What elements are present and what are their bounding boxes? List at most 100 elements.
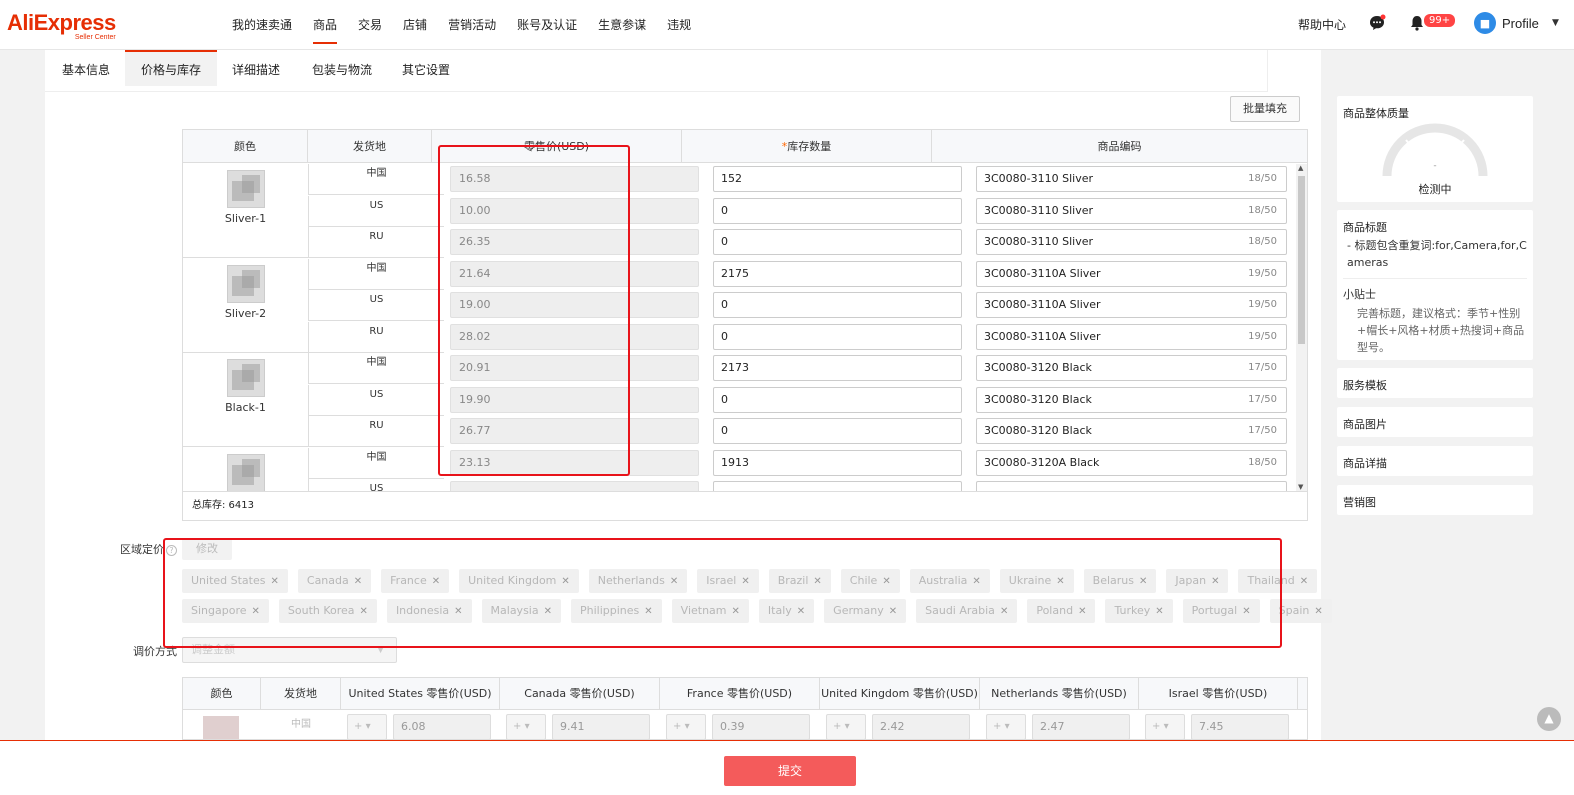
product-detail-item[interactable]: 商品详描 bbox=[1337, 446, 1533, 476]
product-images-item[interactable]: 商品图片 bbox=[1337, 407, 1533, 437]
country-tag[interactable]: Chile ✕ bbox=[840, 569, 900, 593]
country-tag[interactable]: Ukraine ✕ bbox=[999, 569, 1074, 593]
stock-quantity-input[interactable]: 0 bbox=[713, 323, 962, 350]
help-center-link[interactable]: 帮助中心 bbox=[1298, 16, 1346, 33]
chevron-down-icon[interactable]: ▼ bbox=[1552, 18, 1559, 28]
regional-price-input[interactable]: 6.08 bbox=[393, 714, 491, 739]
regional-price-input[interactable]: 2.47 bbox=[1032, 714, 1130, 739]
product-code-input[interactable]: 3C0080-3110A Sliver 19/50 bbox=[976, 292, 1287, 318]
retail-price-input[interactable]: 23.13 bbox=[450, 449, 699, 476]
price-operator-select[interactable]: + ▾ bbox=[506, 714, 546, 739]
product-code-input[interactable]: 3C0080-3120 Black 17/50 bbox=[976, 355, 1287, 381]
retail-price-input[interactable]: 10.00 bbox=[450, 197, 699, 224]
sku-table-body[interactable]: Sliver-1 中国 16.58 152 3C0080-3110 Sliver 18/5… bbox=[183, 164, 1295, 491]
country-tag[interactable]: Spain ✕ bbox=[1269, 599, 1332, 623]
stock-quantity-input[interactable]: 2175 bbox=[713, 260, 962, 287]
stock-quantity-input[interactable]: 1913 bbox=[713, 449, 962, 476]
product-code-input[interactable]: 3C0080-3110 Sliver 18/50 bbox=[976, 197, 1287, 224]
tab-item[interactable]: 详细描述 bbox=[232, 50, 280, 86]
close-icon[interactable]: ✕ bbox=[1139, 576, 1147, 587]
product-code-input[interactable]: 3C0080-3110 Sliver 18/50 bbox=[976, 229, 1287, 255]
stock-quantity-input[interactable]: 0 bbox=[713, 229, 962, 255]
regional-price-input[interactable]: 2.42 bbox=[872, 714, 970, 739]
country-tag[interactable]: South Korea ✕ bbox=[278, 599, 377, 623]
country-tag[interactable]: Australia ✕ bbox=[909, 569, 990, 593]
country-tag[interactable]: Portugal ✕ bbox=[1182, 599, 1260, 623]
close-icon[interactable]: ✕ bbox=[670, 576, 678, 587]
country-tag[interactable]: Germany ✕ bbox=[824, 599, 907, 623]
bell-icon[interactable] bbox=[1408, 14, 1426, 32]
product-code-input[interactable]: 3C0080-3120 Black 17/50 bbox=[976, 386, 1287, 413]
price-operator-select[interactable]: + ▾ bbox=[826, 714, 866, 739]
close-icon[interactable]: ✕ bbox=[1078, 606, 1086, 617]
retail-price-input[interactable]: 21.64 bbox=[450, 260, 699, 287]
close-icon[interactable]: ✕ bbox=[1000, 606, 1008, 617]
close-icon[interactable]: ✕ bbox=[1211, 576, 1219, 587]
retail-price-input[interactable] bbox=[450, 481, 699, 491]
close-icon[interactable]: ✕ bbox=[454, 606, 462, 617]
close-icon[interactable]: ✕ bbox=[1300, 576, 1308, 587]
tab-item[interactable]: 基本信息 bbox=[62, 50, 110, 86]
country-tag[interactable]: United States ✕ bbox=[182, 569, 288, 593]
stock-quantity-input[interactable]: 2173 bbox=[713, 355, 962, 381]
tab-item[interactable]: 其它设置 bbox=[402, 50, 450, 86]
nav-item[interactable]: 商品 bbox=[313, 16, 338, 44]
country-tag[interactable]: Italy ✕ bbox=[758, 599, 815, 623]
country-tag[interactable]: Vietnam ✕ bbox=[671, 599, 749, 623]
retail-price-input[interactable]: 19.90 bbox=[450, 386, 699, 413]
sku-table-scrollbar[interactable]: ▲ ▼ bbox=[1296, 164, 1307, 491]
nav-item[interactable]: 违规 bbox=[667, 16, 691, 44]
tab-item[interactable]: 包装与物流 bbox=[312, 50, 372, 86]
product-code-input[interactable]: 3C0080-3110A Sliver 19/50 bbox=[976, 323, 1287, 350]
country-tag[interactable]: Malaysia ✕ bbox=[481, 599, 561, 623]
product-code-input[interactable]: 3C0080-3110 Sliver 18/50 bbox=[976, 166, 1287, 192]
retail-price-input[interactable]: 26.35 bbox=[450, 229, 699, 255]
product-code-input[interactable]: 3C0080-3110A Sliver 19/50 bbox=[976, 260, 1287, 287]
service-template-item[interactable]: 服务模板 bbox=[1337, 368, 1533, 398]
nav-item[interactable]: 交易 bbox=[358, 16, 382, 44]
stock-quantity-input[interactable]: 0 bbox=[713, 197, 962, 224]
product-thumbnail[interactable] bbox=[227, 170, 265, 208]
country-tag[interactable]: Canada ✕ bbox=[297, 569, 372, 593]
close-icon[interactable]: ✕ bbox=[1056, 576, 1064, 587]
product-thumbnail[interactable] bbox=[227, 359, 265, 397]
tab-item[interactable]: 价格与库存 bbox=[125, 50, 218, 86]
adjust-method-select[interactable]: 调整金额 ▼ bbox=[182, 637, 397, 663]
country-tag[interactable]: Netherlands ✕ bbox=[588, 569, 688, 593]
batch-fill-button[interactable]: 批量填充 bbox=[1230, 96, 1300, 122]
retail-price-input[interactable]: 19.00 bbox=[450, 292, 699, 318]
price-operator-select[interactable]: + ▾ bbox=[666, 714, 706, 739]
country-tag[interactable]: Thailand ✕ bbox=[1238, 569, 1318, 593]
stock-quantity-input[interactable]: 0 bbox=[713, 292, 962, 318]
close-icon[interactable]: ✕ bbox=[813, 576, 821, 587]
country-tag[interactable]: Israel ✕ bbox=[697, 569, 759, 593]
regional-price-input[interactable]: 7.45 bbox=[1191, 714, 1289, 739]
nav-item[interactable]: 生意参谋 bbox=[598, 16, 646, 44]
close-icon[interactable]: ✕ bbox=[1242, 606, 1250, 617]
regional-price-input[interactable]: 0.39 bbox=[712, 714, 810, 739]
country-tag[interactable]: Belarus ✕ bbox=[1083, 569, 1157, 593]
price-operator-select[interactable]: + ▾ bbox=[986, 714, 1026, 739]
marketing-image-item[interactable]: 营销图 bbox=[1337, 485, 1533, 515]
scroll-down-icon[interactable]: ▼ bbox=[1298, 483, 1303, 491]
submit-button[interactable]: 提交 bbox=[724, 756, 856, 786]
close-icon[interactable]: ✕ bbox=[1314, 606, 1322, 617]
profile-menu[interactable]: Profile bbox=[1502, 16, 1539, 31]
scroll-to-top-icon[interactable]: ▲ bbox=[1537, 707, 1561, 731]
stock-quantity-input[interactable]: 152 bbox=[713, 166, 962, 192]
close-icon[interactable]: ✕ bbox=[432, 576, 440, 587]
country-tag[interactable]: Poland ✕ bbox=[1027, 599, 1096, 623]
close-icon[interactable]: ✕ bbox=[544, 606, 552, 617]
close-icon[interactable]: ✕ bbox=[1155, 606, 1163, 617]
country-tag[interactable]: Japan ✕ bbox=[1166, 569, 1229, 593]
country-tag[interactable]: United Kingdom ✕ bbox=[459, 569, 579, 593]
close-icon[interactable]: ✕ bbox=[889, 606, 897, 617]
country-tag[interactable]: Singapore ✕ bbox=[182, 599, 269, 623]
country-tag[interactable]: Philippines ✕ bbox=[571, 599, 662, 623]
price-operator-select[interactable]: + ▾ bbox=[347, 714, 387, 739]
product-thumbnail[interactable] bbox=[227, 453, 265, 491]
close-icon[interactable]: ✕ bbox=[644, 606, 652, 617]
product-thumbnail[interactable] bbox=[227, 264, 265, 303]
aliexpress-logo[interactable]: AliExpress Seller Center bbox=[7, 10, 116, 41]
profile-avatar[interactable]: ■ bbox=[1474, 12, 1496, 34]
